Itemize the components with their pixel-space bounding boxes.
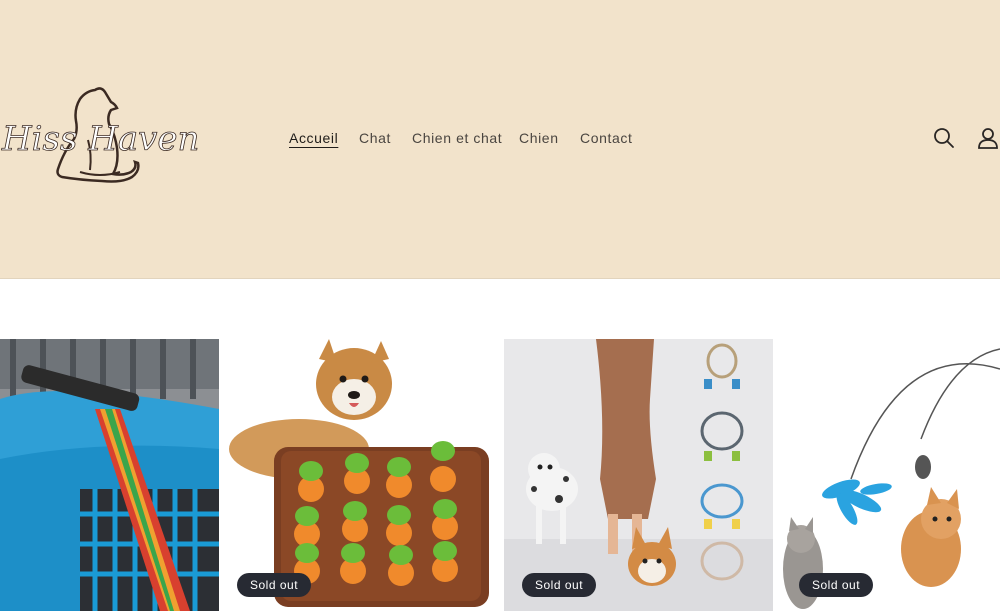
- product-card[interactable]: Sold out: [781, 339, 1000, 611]
- search-button[interactable]: [932, 126, 956, 150]
- nav-item-contact[interactable]: Contact: [580, 130, 632, 146]
- sold-out-badge: Sold out: [237, 573, 312, 597]
- product-card[interactable]: Sold out: [219, 339, 504, 611]
- product-image: [504, 339, 773, 611]
- site-header: Hiss Haven Accueil Chat Chien et chat Ch…: [0, 0, 1000, 279]
- product-image: [0, 339, 219, 611]
- product-image: [781, 339, 1000, 611]
- sold-out-badge: Sold out: [799, 573, 874, 597]
- product-grid: Sold out Sold out Sold out: [0, 339, 1000, 611]
- account-icon: [978, 128, 998, 149]
- nav-item-chien[interactable]: Chien: [519, 130, 559, 146]
- product-card[interactable]: Sold out: [504, 339, 773, 611]
- sold-out-badge: Sold out: [522, 573, 597, 597]
- nav-item-accueil[interactable]: Accueil: [289, 130, 338, 146]
- nav-item-chat[interactable]: Chat: [359, 130, 391, 146]
- product-card[interactable]: [0, 339, 219, 611]
- logo-text: Hiss Haven: [1, 119, 199, 159]
- search-icon: [934, 128, 954, 148]
- account-button[interactable]: [976, 126, 1000, 150]
- hiss-haven-logo[interactable]: Hiss Haven: [0, 80, 215, 192]
- nav-item-chien-et-chat[interactable]: Chien et chat: [412, 130, 502, 146]
- product-image: [219, 339, 504, 611]
